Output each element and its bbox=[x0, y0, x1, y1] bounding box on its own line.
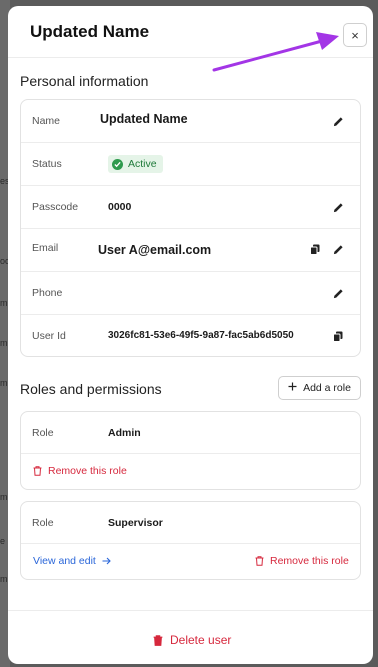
user-id-label: User Id bbox=[32, 330, 66, 342]
user-id-row: User Id 3026fc81-53e6-49f5-9a87-fac5ab6d… bbox=[21, 315, 360, 358]
name-value: Updated Name bbox=[100, 112, 188, 126]
role-value: Admin bbox=[108, 427, 141, 439]
name-row: Name Updated Name bbox=[21, 100, 360, 143]
pencil-icon[interactable] bbox=[331, 114, 345, 128]
roles-section-title: Roles and permissions bbox=[20, 381, 162, 397]
personal-info-card: Name Updated Name Status Active Passcode… bbox=[20, 99, 361, 357]
role-row: Role Admin bbox=[21, 412, 360, 454]
user-id-value: 3026fc81-53e6-49f5-9a87-fac5ab6d5050 bbox=[108, 330, 294, 341]
arrow-right-icon bbox=[102, 557, 111, 565]
status-row: Status Active bbox=[21, 143, 360, 186]
modal-title: Updated Name bbox=[30, 22, 150, 41]
trash-icon bbox=[33, 466, 42, 476]
pencil-icon[interactable] bbox=[331, 200, 345, 214]
role-label: Role bbox=[32, 427, 54, 439]
role-actions: Remove this role bbox=[21, 454, 360, 489]
modal-header: Updated Name × bbox=[8, 6, 373, 58]
role-card-admin: Role Admin Remove this role bbox=[20, 411, 361, 490]
close-button[interactable]: × bbox=[343, 23, 367, 47]
phone-row: Phone bbox=[21, 272, 360, 315]
role-label: Role bbox=[32, 517, 54, 529]
view-edit-link[interactable]: View and edit bbox=[33, 555, 111, 567]
add-role-label: Add a role bbox=[303, 382, 351, 394]
delete-user-button[interactable]: Delete user bbox=[153, 633, 231, 647]
passcode-value: 0000 bbox=[108, 201, 132, 213]
passcode-label: Passcode bbox=[32, 201, 79, 213]
passcode-row: Passcode 0000 bbox=[21, 186, 360, 229]
pencil-icon[interactable] bbox=[331, 286, 345, 300]
background-text-fragment: e bbox=[0, 536, 6, 546]
add-role-button[interactable]: Add a role bbox=[278, 376, 361, 400]
phone-label: Phone bbox=[32, 287, 63, 299]
plus-icon bbox=[288, 382, 297, 394]
status-badge: Active bbox=[108, 155, 163, 173]
remove-role-link[interactable]: Remove this role bbox=[33, 465, 127, 477]
email-label: Email bbox=[32, 242, 59, 254]
email-value: User A@email.com bbox=[98, 243, 212, 257]
personal-info-title: Personal information bbox=[20, 73, 149, 89]
status-label: Status bbox=[32, 158, 62, 170]
copy-icon[interactable] bbox=[308, 242, 322, 256]
remove-role-label: Remove this role bbox=[270, 555, 349, 567]
copy-icon[interactable] bbox=[331, 329, 345, 343]
modal-footer: Delete user bbox=[8, 610, 373, 664]
role-actions: View and edit Remove this role bbox=[21, 544, 360, 579]
name-label: Name bbox=[32, 115, 61, 127]
role-row: Role Supervisor bbox=[21, 502, 360, 544]
role-value: Supervisor bbox=[108, 517, 163, 529]
remove-role-label: Remove this role bbox=[48, 465, 127, 477]
close-icon: × bbox=[351, 27, 359, 43]
remove-role-link[interactable]: Remove this role bbox=[255, 555, 349, 567]
check-circle-icon bbox=[112, 158, 123, 170]
pencil-icon[interactable] bbox=[331, 242, 345, 256]
user-detail-modal: Updated Name × Personal information Name… bbox=[8, 6, 373, 664]
view-edit-label: View and edit bbox=[33, 555, 96, 567]
email-row: Email User A@email.com bbox=[21, 229, 360, 272]
role-card-supervisor: Role Supervisor View and edit Remove thi… bbox=[20, 501, 361, 580]
delete-user-label: Delete user bbox=[170, 633, 232, 647]
status-value: Active bbox=[128, 158, 157, 170]
trash-icon bbox=[255, 556, 264, 566]
trash-icon bbox=[153, 634, 163, 646]
